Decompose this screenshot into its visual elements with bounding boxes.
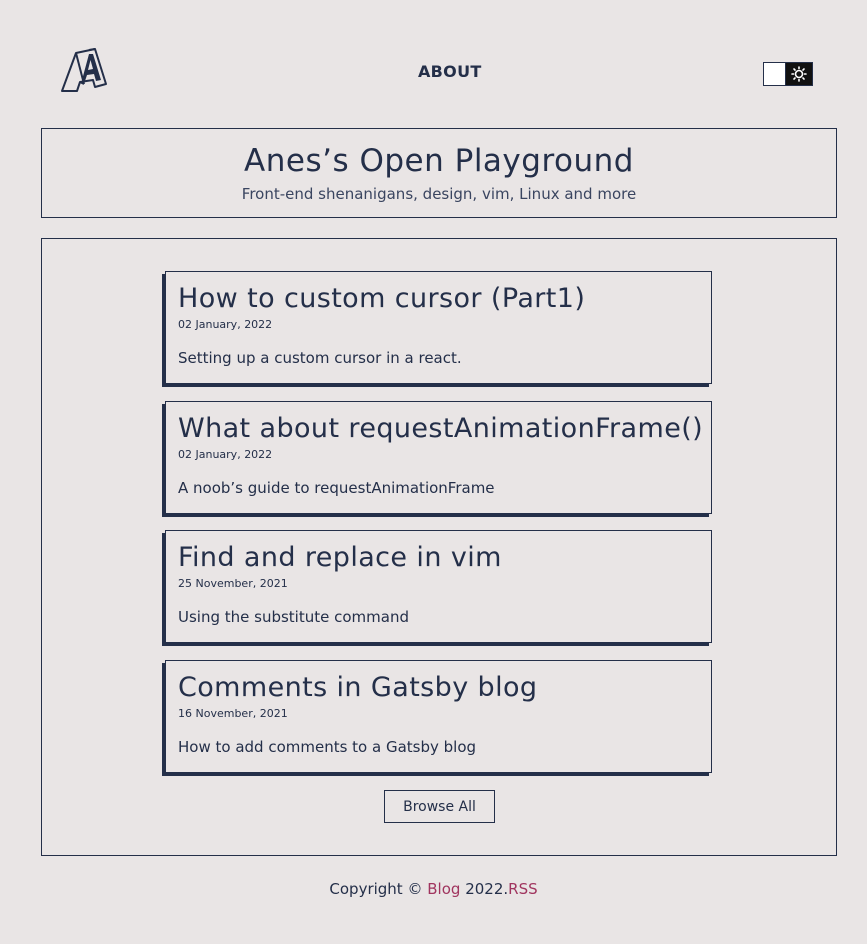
nav-about-link[interactable]: ABOUT	[418, 62, 482, 81]
browse-all-button[interactable]: Browse All	[384, 790, 495, 823]
post-title[interactable]: Find and replace in vim	[178, 541, 699, 575]
copyright-year: 2022.	[465, 880, 509, 898]
post-date: 02 January, 2022	[178, 318, 273, 331]
site-banner: Anes’s Open Playground Front-end shenani…	[41, 128, 837, 218]
post-title[interactable]: How to custom cursor (Part1)	[178, 282, 699, 316]
rss-link[interactable]: RSS	[508, 880, 537, 898]
post-description: A noob’s guide to requestAnimationFrame	[178, 479, 495, 497]
copyright-text: Copyright ©	[329, 880, 423, 898]
site-logo-icon[interactable]	[59, 46, 109, 94]
site-header: ABOUT	[0, 0, 867, 128]
post-title[interactable]: What about requestAnimationFrame()	[178, 412, 703, 446]
posts-section: How to custom cursor (Part1) 02 January,…	[41, 238, 837, 856]
theme-toggle[interactable]	[763, 62, 813, 86]
post-card[interactable]: Find and replace in vim 25 November, 202…	[165, 530, 712, 643]
blog-link[interactable]: Blog	[427, 880, 460, 898]
post-description: Setting up a custom cursor in a react.	[178, 349, 462, 367]
post-title[interactable]: Comments in Gatsby blog	[178, 671, 699, 705]
post-date: 16 November, 2021	[178, 707, 288, 720]
post-card[interactable]: What about requestAnimationFrame() 02 Ja…	[165, 401, 712, 514]
post-description: How to add comments to a Gatsby blog	[178, 738, 477, 756]
post-card[interactable]: How to custom cursor (Part1) 02 January,…	[165, 271, 712, 384]
sun-icon	[786, 63, 812, 85]
site-footer: Copyright © Blog 2022.RSS	[0, 880, 867, 898]
site-title: Anes’s Open Playground	[244, 143, 634, 179]
toggle-knob	[764, 63, 786, 85]
site-subtitle: Front-end shenanigans, design, vim, Linu…	[241, 185, 637, 203]
post-description: Using the substitute command	[178, 608, 409, 626]
post-card[interactable]: Comments in Gatsby blog 16 November, 202…	[165, 660, 712, 773]
post-date: 02 January, 2022	[178, 448, 273, 461]
post-date: 25 November, 2021	[178, 577, 288, 590]
